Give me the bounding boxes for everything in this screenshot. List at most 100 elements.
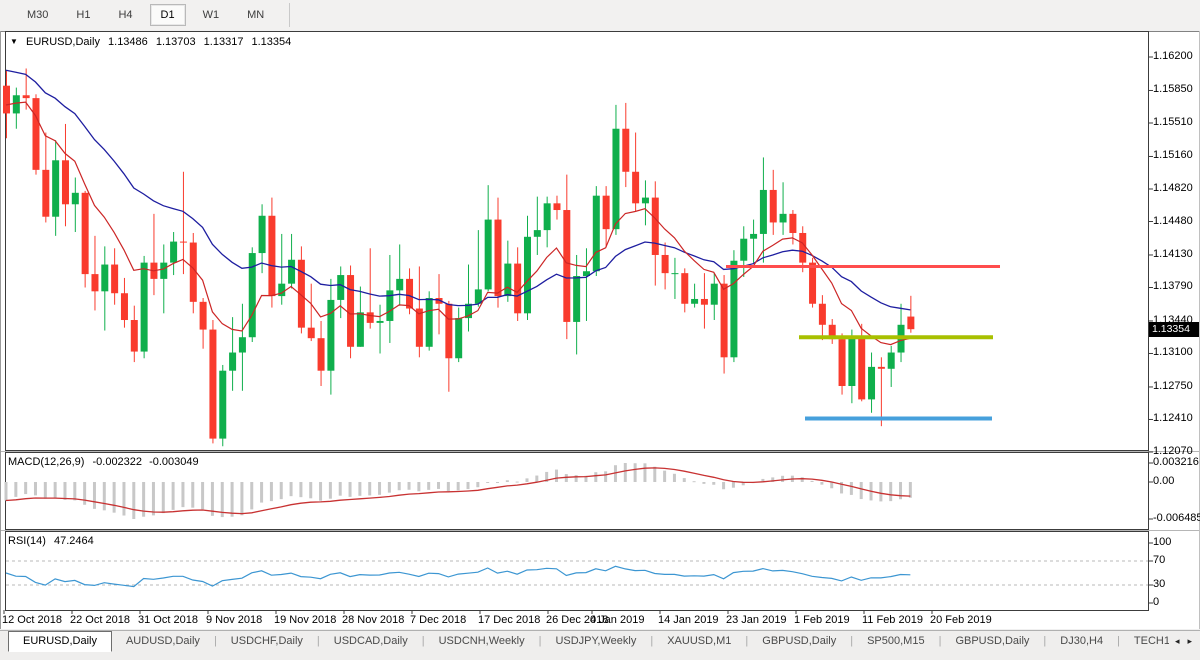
macd-histogram-bar: [398, 482, 401, 490]
tab-dj30-h4[interactable]: DJ30,H4: [1046, 632, 1117, 651]
date-label: 7 Dec 2018: [410, 614, 466, 626]
timeframe-button-w1[interactable]: W1: [192, 4, 231, 26]
rsi-value: 47.2464: [54, 535, 94, 547]
candle-body: [789, 214, 796, 233]
macd-histogram-bar: [93, 482, 96, 509]
macd-signal-value: -0.003049: [149, 456, 199, 468]
candle-body: [848, 338, 855, 386]
candle-body: [671, 273, 678, 274]
macd-histogram-bar: [486, 482, 489, 483]
chart-background: [0, 31, 1200, 629]
candle-body: [603, 196, 610, 229]
chevron-down-icon[interactable]: ▼: [10, 37, 18, 46]
macd-histogram-bar: [270, 482, 273, 501]
macd-histogram-bar: [889, 482, 892, 501]
candle-body: [888, 353, 895, 369]
macd-histogram-bar: [643, 463, 646, 482]
price-scale-label: 1.13790: [1153, 280, 1193, 292]
macd-histogram-bar: [83, 482, 86, 505]
macd-histogram-bar: [555, 470, 558, 482]
date-label: 12 Oct 2018: [2, 614, 62, 626]
tab-tech10[interactable]: TECH10: [1120, 632, 1169, 651]
candle-body: [681, 273, 688, 304]
candle-body: [750, 234, 757, 239]
tab-audusd-daily[interactable]: AUDUSD,Daily: [112, 632, 214, 651]
date-label: 11 Feb 2019: [862, 614, 923, 626]
candle-body: [544, 203, 551, 230]
price-scale-label: 1.15850: [1153, 83, 1193, 95]
candle-body: [62, 160, 69, 204]
candle-body: [357, 312, 364, 346]
candle-body: [367, 312, 374, 323]
candle-body: [259, 216, 266, 253]
rsi-scale-label: 0: [1153, 596, 1159, 608]
candle-body: [406, 279, 413, 309]
tab-xauusd-m1[interactable]: XAUUSD,M1: [653, 632, 745, 651]
scroll-right-icon[interactable]: ▸: [1187, 636, 1192, 647]
date-label: 1 Feb 2019: [794, 614, 850, 626]
macd-histogram-bar: [54, 482, 57, 498]
ohlc-close: 1.13354: [252, 36, 292, 48]
candle-body: [200, 302, 207, 330]
macd-histogram-bar: [712, 482, 715, 485]
macd-main-value: -0.002322: [92, 456, 142, 468]
tab-gbpusd-daily[interactable]: GBPUSD,Daily: [941, 632, 1043, 651]
macd-name: MACD(12,26,9): [8, 456, 84, 468]
date-label: 20 Feb 2019: [930, 614, 992, 626]
tab-sp500-m15[interactable]: SP500,M15: [853, 632, 938, 651]
candle-body: [524, 237, 531, 314]
tab-usdchf-daily[interactable]: USDCHF,Daily: [217, 632, 317, 651]
tab-eurusd-daily[interactable]: EURUSD,Daily: [8, 631, 112, 652]
candle-body: [111, 265, 118, 294]
candle-body: [839, 339, 846, 386]
timeframe-button-h4[interactable]: H4: [107, 4, 143, 26]
candle-body: [416, 309, 423, 347]
candle-body: [170, 242, 177, 263]
candle-body: [131, 320, 138, 352]
macd-histogram-bar: [673, 474, 676, 482]
chart-symbol-label: EURUSD,Daily: [26, 36, 100, 48]
price-scale-label: 1.16200: [1153, 50, 1193, 62]
rsi-scale-label: 30: [1153, 578, 1165, 590]
candle-body: [239, 337, 246, 352]
timeframe-button-h1[interactable]: H1: [65, 4, 101, 26]
macd-histogram-bar: [329, 482, 332, 499]
timeframe-button-mn[interactable]: MN: [236, 4, 275, 26]
candle-body: [642, 198, 649, 204]
candle-body: [770, 190, 777, 223]
candle-body: [760, 190, 767, 234]
macd-histogram-bar: [191, 482, 194, 508]
candle-body: [819, 304, 826, 325]
price-scale-label: 1.12750: [1153, 380, 1193, 392]
chart-canvas[interactable]: [0, 31, 1200, 629]
macd-histogram-bar: [879, 482, 882, 501]
ohlc-low: 1.13317: [204, 36, 244, 48]
macd-histogram-bar: [240, 482, 243, 515]
rsi-scale-label: 70: [1153, 554, 1165, 566]
macd-histogram-bar: [811, 481, 814, 482]
candle-body: [445, 304, 452, 359]
tab-gbpusd-daily[interactable]: GBPUSD,Daily: [748, 632, 850, 651]
chart-title-line: ▼ EURUSD,Daily 1.13486 1.13703 1.13317 1…: [10, 36, 296, 48]
macd-histogram-bar: [103, 482, 106, 510]
timeframe-button-m30[interactable]: M30: [16, 4, 59, 26]
chart-window[interactable]: ▼ EURUSD,Daily 1.13486 1.13703 1.13317 1…: [0, 31, 1200, 629]
candle-body: [52, 160, 59, 216]
ohlc-open: 1.13486: [108, 36, 148, 48]
tab-scroll-arrows: ◂ ▸: [1169, 631, 1200, 647]
timeframe-button-d1[interactable]: D1: [150, 4, 186, 26]
candle-body: [858, 338, 865, 399]
rsi-indicator-label: RSI(14) 47.2464: [8, 535, 94, 547]
candle-body: [72, 193, 79, 204]
macd-histogram-bar: [181, 482, 184, 507]
tab-usdjpy-weekly[interactable]: USDJPY,Weekly: [541, 632, 650, 651]
tab-usdcnh-weekly[interactable]: USDCNH,Weekly: [425, 632, 539, 651]
macd-indicator-label: MACD(12,26,9) -0.002322 -0.003049: [8, 456, 199, 468]
scroll-left-icon[interactable]: ◂: [1175, 636, 1180, 647]
rsi-name: RSI(14): [8, 535, 46, 547]
macd-histogram-bar: [860, 482, 863, 499]
candle-body: [219, 371, 226, 439]
tab-usdcad-daily[interactable]: USDCAD,Daily: [320, 632, 422, 651]
price-scale-label: 1.12410: [1153, 412, 1193, 424]
macd-histogram-bar: [290, 482, 293, 496]
